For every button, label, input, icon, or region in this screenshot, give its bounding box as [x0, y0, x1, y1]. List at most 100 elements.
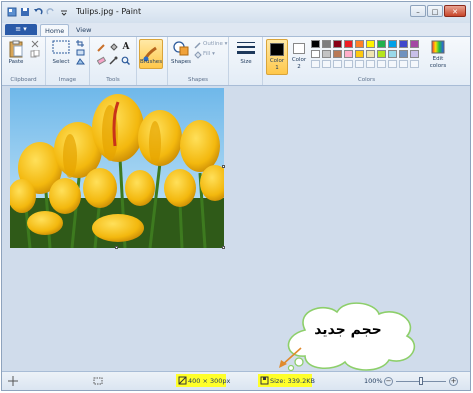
- tulips-image[interactable]: [10, 88, 224, 248]
- shapes-button[interactable]: Shapes: [168, 59, 194, 66]
- image-group: Select Image: [46, 37, 90, 85]
- colors-group: Color 1 Color 2 Edit colors Colors: [263, 37, 470, 85]
- maximize-button[interactable]: □: [427, 5, 443, 17]
- redo-icon[interactable]: [45, 6, 56, 17]
- edit-colors-button[interactable]: Edit colors: [425, 56, 451, 70]
- color-picker-icon[interactable]: [109, 56, 118, 65]
- palette-swatch[interactable]: [388, 40, 397, 48]
- image-group-label: Image: [58, 77, 77, 83]
- select-icon[interactable]: [52, 40, 70, 56]
- resize-handle-corner[interactable]: [222, 246, 225, 249]
- palette-swatch[interactable]: [344, 50, 353, 58]
- save-icon[interactable]: [19, 6, 30, 17]
- select-button[interactable]: Select: [48, 59, 74, 66]
- palette-swatch[interactable]: [355, 50, 364, 58]
- palette-swatch[interactable]: [355, 40, 364, 48]
- fill-style-icon: [194, 51, 202, 59]
- rotate-icon[interactable]: [76, 58, 85, 65]
- palette-swatch[interactable]: [399, 40, 408, 48]
- cursor-position-icon: [8, 376, 18, 386]
- image-dimensions-icon: [178, 376, 187, 385]
- paint-window: Tulips.jpg - Paint – □ ✕ ≡ ▾ Home View P…: [1, 1, 471, 391]
- text-icon[interactable]: A: [121, 42, 131, 52]
- window-title: Tulips.jpg - Paint: [76, 7, 142, 16]
- palette-swatch[interactable]: [399, 50, 408, 58]
- file-menu-button[interactable]: ≡ ▾: [5, 24, 37, 35]
- palette-swatch[interactable]: [322, 40, 331, 48]
- window-controls: – □ ✕: [410, 5, 466, 17]
- paste-button[interactable]: Paste: [3, 59, 29, 66]
- zoom-slider-thumb[interactable]: [419, 377, 423, 385]
- ribbon: Paste Clipboard Select Image A Tools Bru…: [2, 36, 470, 86]
- zoom-in-button[interactable]: +: [449, 377, 458, 386]
- color2-swatch: [293, 43, 305, 54]
- resize-icon[interactable]: [76, 49, 85, 56]
- tab-view[interactable]: View: [72, 24, 95, 36]
- tools-group: A Tools: [90, 37, 137, 85]
- palette-swatch[interactable]: [410, 40, 419, 48]
- custom-color-slot[interactable]: [355, 60, 364, 68]
- size-group: Size: [229, 37, 263, 85]
- color1-swatch: [270, 43, 284, 56]
- paste-icon[interactable]: [7, 40, 25, 58]
- custom-color-slot[interactable]: [333, 60, 342, 68]
- callout-text: حجم جديد: [314, 322, 382, 338]
- custom-color-slot[interactable]: [344, 60, 353, 68]
- fill-icon[interactable]: [109, 43, 118, 52]
- minimize-button[interactable]: –: [410, 5, 426, 17]
- zoom-out-button[interactable]: −: [384, 377, 393, 386]
- palette-swatch[interactable]: [344, 40, 353, 48]
- file-size-icon: [260, 376, 269, 385]
- tulips-picture: [10, 88, 224, 248]
- palette-swatch[interactable]: [366, 50, 375, 58]
- shapes-icon[interactable]: [172, 40, 190, 57]
- resize-handle-right[interactable]: [222, 165, 225, 168]
- outline-dropdown[interactable]: Outline ▾: [203, 41, 229, 48]
- color2-label: Color 2: [291, 57, 307, 70]
- undo-icon[interactable]: [32, 6, 43, 17]
- clipboard-group: Paste Clipboard: [2, 37, 46, 85]
- palette-swatch[interactable]: [311, 50, 320, 58]
- custom-color-slot[interactable]: [311, 60, 320, 68]
- crop-icon[interactable]: [76, 40, 85, 47]
- palette-swatch[interactable]: [377, 50, 386, 58]
- close-button[interactable]: ✕: [444, 5, 466, 17]
- shapes-group: Shapes Outline ▾ Fill ▾ Shapes: [167, 37, 229, 85]
- palette-swatch[interactable]: [322, 50, 331, 58]
- size-button[interactable]: Size: [233, 59, 259, 66]
- color2-button[interactable]: Color 2: [290, 39, 310, 75]
- custom-color-slot[interactable]: [410, 60, 419, 68]
- eraser-icon[interactable]: [97, 56, 106, 65]
- customize-icon[interactable]: [58, 6, 69, 17]
- clipboard-group-label: Clipboard: [10, 77, 37, 83]
- palette-swatch[interactable]: [388, 50, 397, 58]
- shapes-group-label: Shapes: [187, 77, 209, 83]
- brushes-label: Brushes: [139, 59, 163, 65]
- custom-color-slot[interactable]: [322, 60, 331, 68]
- palette-swatch[interactable]: [410, 50, 419, 58]
- custom-color-slot[interactable]: [377, 60, 386, 68]
- image-dimensions: 400 × 300px: [188, 377, 231, 385]
- palette-swatch[interactable]: [366, 40, 375, 48]
- custom-color-slot[interactable]: [366, 60, 375, 68]
- pencil-icon[interactable]: [97, 43, 106, 52]
- file-size: Size: 339.2KB: [270, 377, 315, 385]
- resize-handle-bottom[interactable]: [115, 246, 118, 249]
- copy-icon[interactable]: [30, 50, 40, 58]
- edit-colors-icon[interactable]: [431, 40, 445, 54]
- magnifier-icon[interactable]: [121, 56, 130, 65]
- paint-icon[interactable]: [6, 6, 17, 17]
- fill-dropdown[interactable]: Fill ▾: [203, 51, 229, 58]
- custom-color-slot[interactable]: [399, 60, 408, 68]
- color1-button[interactable]: Color 1: [266, 39, 288, 75]
- palette-swatch[interactable]: [377, 40, 386, 48]
- palette-swatch[interactable]: [333, 50, 342, 58]
- tools-group-label: Tools: [106, 77, 120, 83]
- palette-swatch[interactable]: [333, 40, 342, 48]
- palette-swatch[interactable]: [311, 40, 320, 48]
- custom-color-slot[interactable]: [388, 60, 397, 68]
- color1-label: Color 1: [269, 58, 285, 71]
- ribbon-tabs: ≡ ▾ Home View: [2, 23, 470, 37]
- cut-icon[interactable]: [30, 40, 40, 48]
- size-icon[interactable]: [237, 41, 255, 57]
